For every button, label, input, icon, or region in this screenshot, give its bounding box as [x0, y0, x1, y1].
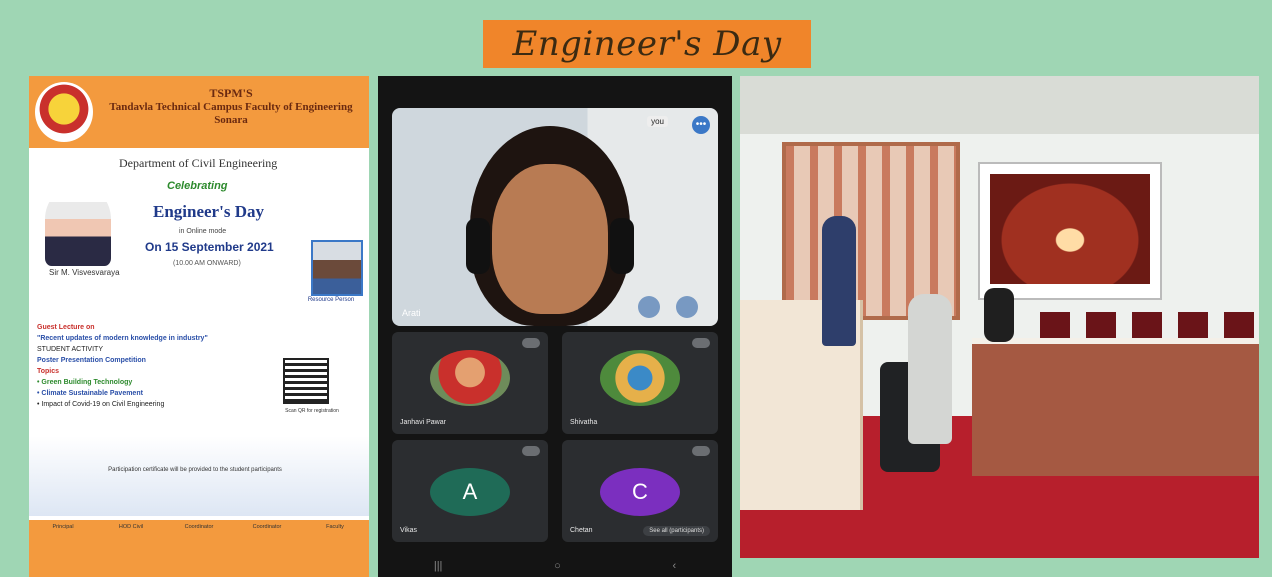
page-title: Engineer's Day: [512, 24, 782, 64]
more-options-icon[interactable]: •••: [692, 116, 710, 134]
poster-line: • Impact of Covid-19 on Civil Engineerin…: [37, 401, 165, 408]
poster-line: Poster Presentation Competition: [37, 357, 146, 364]
poster-event: Engineer's Day: [153, 202, 264, 221]
home-icon[interactable]: ○: [554, 560, 561, 572]
poster-header: TSPM'S Tandavla Technical Campus Faculty…: [29, 76, 369, 148]
tile-menu-icon[interactable]: [692, 338, 710, 348]
poster-line: STUDENT ACTIVITY: [37, 346, 103, 353]
college-logo-icon: [35, 82, 93, 142]
main-video-tile[interactable]: you ••• Arati: [392, 108, 718, 326]
video-call-screenshot: you ••• Arati Janhavi Pawar Shivatha A V…: [378, 76, 732, 577]
android-nav-bar: ||| ○ ‹: [378, 555, 732, 577]
tile-menu-icon[interactable]: [692, 446, 710, 456]
projector-screen: [978, 162, 1162, 300]
mic-icon[interactable]: [676, 296, 698, 318]
portrait-name: Sir M. Visvesvaraya: [49, 268, 120, 277]
participant-tile[interactable]: A Vikas: [392, 440, 548, 542]
footer-item: HOD Civil: [118, 524, 144, 530]
tile-menu-icon[interactable]: [522, 338, 540, 348]
poster-line: "Recent updates of modern knowledge in i…: [37, 335, 208, 342]
title-banner: Engineer's Day: [483, 20, 811, 68]
chair-row: [1040, 312, 1259, 338]
participant-name: Shivatha: [570, 419, 598, 426]
participant-avatar: C: [600, 468, 680, 516]
footer-item: Principal: [52, 524, 74, 530]
projected-image: [990, 174, 1150, 284]
speaker-photo: [311, 240, 363, 296]
poster-line: • Green Building Technology: [37, 379, 133, 386]
qr-caption: Scan QR for registration: [285, 408, 339, 414]
self-tag: you: [647, 116, 668, 127]
org-abbr: TSPM'S: [209, 86, 253, 100]
poster-skyline: [29, 436, 369, 516]
poster-mode: in Online mode: [179, 228, 227, 235]
ceiling: [740, 76, 1259, 134]
footer-item: Faculty: [326, 524, 344, 530]
seminar-hall-photo: [740, 76, 1259, 558]
speaker-role: Resource Person: [307, 297, 355, 303]
seated-person: [984, 288, 1014, 342]
participant-avatar: A: [430, 468, 510, 516]
participant-name: Chetan: [570, 527, 593, 534]
poster-footer: Principal HOD Civil Coordinator Coordina…: [29, 520, 369, 577]
event-poster: TSPM'S Tandavla Technical Campus Faculty…: [29, 76, 369, 577]
poster-note: Participation certificate will be provid…: [108, 467, 282, 473]
participant-name: Vikas: [400, 527, 417, 534]
stage-table: [972, 344, 1259, 476]
qr-code-icon: [283, 358, 329, 404]
poster-celebrating: Celebrating: [167, 180, 228, 192]
poster-body: Guest Lecture on "Recent updates of mode…: [37, 322, 287, 410]
visvesvaraya-portrait: [45, 188, 111, 266]
participant-avatar: [430, 350, 510, 406]
see-all-button[interactable]: See all (participants): [643, 526, 710, 536]
poster-department: Department of Civil Engineering: [119, 156, 278, 170]
footer-item: Coordinator: [184, 524, 214, 530]
speaker-label: Resource Person: [297, 296, 365, 304]
poster-org: TSPM'S Tandavla Technical Campus Faculty…: [99, 86, 363, 127]
presenter: [822, 216, 856, 346]
camera-switch-icon[interactable]: [638, 296, 660, 318]
standing-person: [908, 294, 952, 444]
participant-tile[interactable]: Janhavi Pawar: [392, 332, 548, 434]
main-participant-name: Arati: [402, 308, 421, 318]
poster-date: On 15 September 2021: [145, 240, 274, 254]
back-icon[interactable]: ‹: [672, 560, 676, 572]
participant-name: Janhavi Pawar: [400, 419, 446, 426]
poster-line: • Climate Sustainable Pavement: [37, 390, 143, 397]
poster-line: Guest Lecture on: [37, 324, 95, 331]
participant-face: [492, 164, 608, 314]
participant-tile[interactable]: Shivatha: [562, 332, 718, 434]
poster-line: Topics: [37, 368, 60, 375]
recents-icon[interactable]: |||: [434, 560, 443, 572]
headphone-icon: [610, 218, 634, 274]
org-name: Tandavla Technical Campus Faculty of Eng…: [109, 101, 353, 126]
participant-avatar: [600, 350, 680, 406]
tile-menu-icon[interactable]: [522, 446, 540, 456]
footer-item: Coordinator: [252, 524, 282, 530]
poster-time: (10.00 AM ONWARD): [173, 260, 241, 267]
headphone-icon: [466, 218, 490, 274]
participant-tile[interactable]: C Chetan See all (participants): [562, 440, 718, 542]
